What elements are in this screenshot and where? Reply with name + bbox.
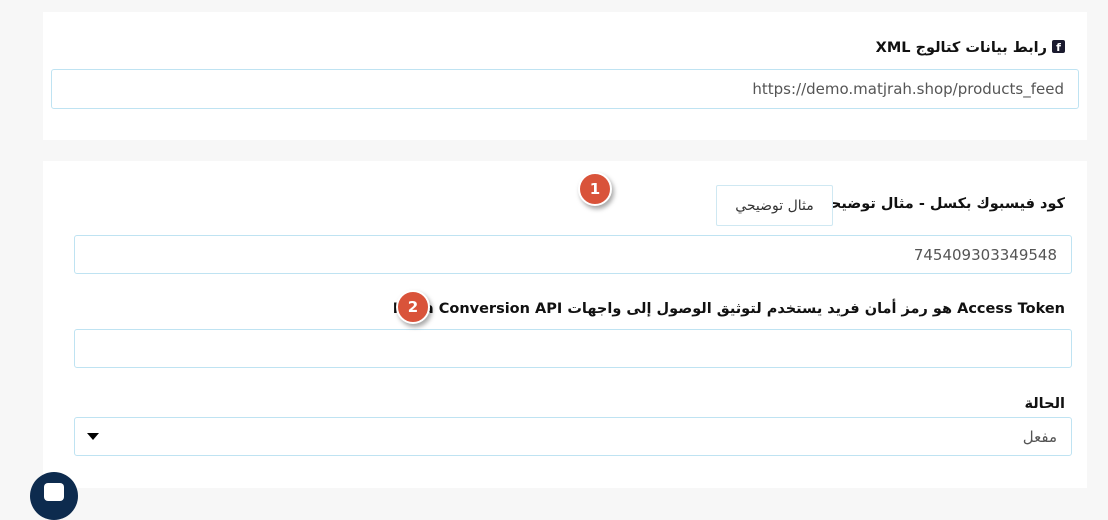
- xml-feed-url-value: https://demo.matjrah.shop/products_feed: [752, 80, 1064, 98]
- chat-widget-button[interactable]: [30, 472, 78, 520]
- example-button[interactable]: مثال توضيحي: [716, 185, 833, 226]
- xml-catalog-label-text: رابط بيانات كتالوج XML: [875, 40, 1047, 56]
- status-selected-value: مفعل: [1022, 427, 1057, 446]
- facebook-pixel-panel: كود فيسبوك بكسل - مثال توضيحي: مثال توضي…: [43, 161, 1087, 488]
- caret-down-icon: [87, 433, 99, 440]
- xml-catalog-panel: f رابط بيانات كتالوج XML https://demo.mat…: [43, 12, 1087, 140]
- xml-feed-url-field[interactable]: https://demo.matjrah.shop/products_feed: [51, 69, 1079, 109]
- xml-catalog-label: f رابط بيانات كتالوج XML: [876, 40, 1065, 56]
- facebook-square-icon: f: [1052, 40, 1065, 53]
- status-label: الحالة: [1024, 396, 1065, 412]
- access-token-field[interactable]: [74, 329, 1072, 368]
- access-token-label: Access Token هو رمز أمان فريد يستخدم لتو…: [392, 301, 1065, 317]
- step-badge-2: 2: [396, 290, 430, 324]
- pixel-code-label: كود فيسبوك بكسل - مثال توضيحي:: [810, 196, 1065, 212]
- status-select[interactable]: مفعل: [74, 417, 1072, 456]
- pixel-id-value: 745409303349548: [913, 245, 1057, 264]
- chat-icon: [44, 483, 64, 501]
- step-badge-1: 1: [578, 172, 612, 206]
- pixel-id-field[interactable]: 745409303349548: [74, 235, 1072, 274]
